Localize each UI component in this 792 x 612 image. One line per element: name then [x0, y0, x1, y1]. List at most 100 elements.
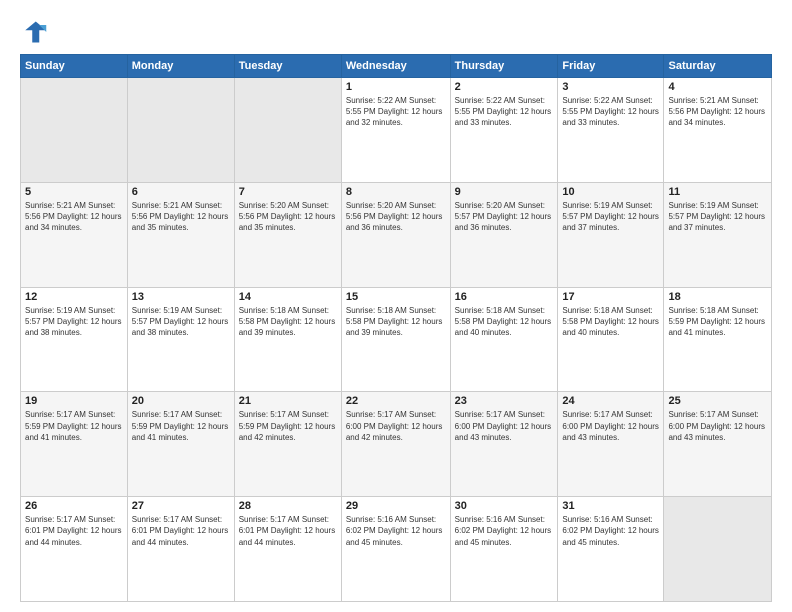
cell-info: Sunrise: 5:17 AM Sunset: 6:00 PM Dayligh… [455, 409, 554, 443]
day-number: 28 [239, 500, 337, 512]
calendar-cell: 27 Sunrise: 5:17 AM Sunset: 6:01 PM Dayli… [127, 497, 234, 602]
calendar-cell: 23 Sunrise: 5:17 AM Sunset: 6:00 PM Dayli… [450, 392, 558, 497]
weekday-header: Sunday [21, 55, 128, 78]
cell-info: Sunrise: 5:17 AM Sunset: 5:59 PM Dayligh… [132, 409, 230, 443]
cell-info: Sunrise: 5:19 AM Sunset: 5:57 PM Dayligh… [562, 200, 659, 234]
cell-info: Sunrise: 5:21 AM Sunset: 5:56 PM Dayligh… [132, 200, 230, 234]
cell-info: Sunrise: 5:17 AM Sunset: 6:01 PM Dayligh… [132, 514, 230, 548]
calendar-cell: 12 Sunrise: 5:19 AM Sunset: 5:57 PM Dayli… [21, 287, 128, 392]
calendar-cell: 13 Sunrise: 5:19 AM Sunset: 5:57 PM Dayli… [127, 287, 234, 392]
day-number: 10 [562, 186, 659, 198]
cell-info: Sunrise: 5:17 AM Sunset: 6:00 PM Dayligh… [562, 409, 659, 443]
calendar-cell [21, 78, 128, 183]
calendar-cell: 10 Sunrise: 5:19 AM Sunset: 5:57 PM Dayli… [558, 182, 664, 287]
cell-info: Sunrise: 5:17 AM Sunset: 5:59 PM Dayligh… [25, 409, 123, 443]
day-number: 21 [239, 395, 337, 407]
day-number: 13 [132, 291, 230, 303]
cell-info: Sunrise: 5:16 AM Sunset: 6:02 PM Dayligh… [562, 514, 659, 548]
cell-info: Sunrise: 5:22 AM Sunset: 5:55 PM Dayligh… [455, 95, 554, 129]
day-number: 24 [562, 395, 659, 407]
calendar-week-row: 12 Sunrise: 5:19 AM Sunset: 5:57 PM Dayli… [21, 287, 772, 392]
calendar-week-row: 5 Sunrise: 5:21 AM Sunset: 5:56 PM Daylig… [21, 182, 772, 287]
cell-info: Sunrise: 5:17 AM Sunset: 6:00 PM Dayligh… [668, 409, 767, 443]
day-number: 1 [346, 81, 446, 93]
day-number: 6 [132, 186, 230, 198]
day-number: 9 [455, 186, 554, 198]
cell-info: Sunrise: 5:21 AM Sunset: 5:56 PM Dayligh… [25, 200, 123, 234]
calendar-cell: 9 Sunrise: 5:20 AM Sunset: 5:57 PM Daylig… [450, 182, 558, 287]
calendar-cell: 2 Sunrise: 5:22 AM Sunset: 5:55 PM Daylig… [450, 78, 558, 183]
calendar-cell: 25 Sunrise: 5:17 AM Sunset: 6:00 PM Dayli… [664, 392, 772, 497]
calendar-body: 1 Sunrise: 5:22 AM Sunset: 5:55 PM Daylig… [21, 78, 772, 602]
calendar-cell: 8Sunrise: 5:20 AM Sunset: 5:56 PM Daylig… [341, 182, 450, 287]
cell-info: Sunrise: 5:18 AM Sunset: 5:58 PM Dayligh… [239, 305, 337, 339]
cell-info: Sunrise: 5:17 AM Sunset: 5:59 PM Dayligh… [239, 409, 337, 443]
day-number: 25 [668, 395, 767, 407]
cell-info: Sunrise: 5:19 AM Sunset: 5:57 PM Dayligh… [132, 305, 230, 339]
day-number: 3 [562, 81, 659, 93]
cell-info: Sunrise: 5:18 AM Sunset: 5:58 PM Dayligh… [562, 305, 659, 339]
day-number: 17 [562, 291, 659, 303]
weekday-header: Monday [127, 55, 234, 78]
cell-info: Sunrise: 5:19 AM Sunset: 5:57 PM Dayligh… [668, 200, 767, 234]
day-number: 30 [455, 500, 554, 512]
day-number: 29 [346, 500, 446, 512]
weekday-header: Thursday [450, 55, 558, 78]
calendar-cell: 11 Sunrise: 5:19 AM Sunset: 5:57 PM Dayli… [664, 182, 772, 287]
cell-info: Sunrise: 5:17 AM Sunset: 6:01 PM Dayligh… [25, 514, 123, 548]
weekday-header: Friday [558, 55, 664, 78]
cell-info: Sunrise: 5:17 AM Sunset: 6:00 PM Dayligh… [346, 409, 446, 443]
calendar-header-row: SundayMondayTuesdayWednesdayThursdayFrid… [21, 55, 772, 78]
calendar-cell: 4 Sunrise: 5:21 AM Sunset: 5:56 PM Daylig… [664, 78, 772, 183]
cell-info: Sunrise: 5:21 AM Sunset: 5:56 PM Dayligh… [668, 95, 767, 129]
cell-info: Sunrise: 5:20 AM Sunset: 5:56 PM Dayligh… [239, 200, 337, 234]
day-number: 12 [25, 291, 123, 303]
calendar-week-row: 1 Sunrise: 5:22 AM Sunset: 5:55 PM Daylig… [21, 78, 772, 183]
cell-info: Sunrise: 5:20 AM Sunset: 5:57 PM Dayligh… [455, 200, 554, 234]
cell-info: Sunrise: 5:16 AM Sunset: 6:02 PM Dayligh… [346, 514, 446, 548]
calendar-cell [127, 78, 234, 183]
calendar-cell: 3 Sunrise: 5:22 AM Sunset: 5:55 PM Daylig… [558, 78, 664, 183]
calendar-week-row: 26Sunrise: 5:17 AM Sunset: 6:01 PM Dayli… [21, 497, 772, 602]
cell-info: Sunrise: 5:16 AM Sunset: 6:02 PM Dayligh… [455, 514, 554, 548]
day-number: 11 [668, 186, 767, 198]
day-number: 19 [25, 395, 123, 407]
day-number: 14 [239, 291, 337, 303]
cell-info: Sunrise: 5:18 AM Sunset: 5:58 PM Dayligh… [455, 305, 554, 339]
day-number: 2 [455, 81, 554, 93]
calendar-cell: 7Sunrise: 5:20 AM Sunset: 5:56 PM Daylig… [234, 182, 341, 287]
weekday-header: Saturday [664, 55, 772, 78]
calendar-cell: 29 Sunrise: 5:16 AM Sunset: 6:02 PM Dayli… [341, 497, 450, 602]
calendar-cell: 6 Sunrise: 5:21 AM Sunset: 5:56 PM Daylig… [127, 182, 234, 287]
calendar-cell: 31Sunrise: 5:16 AM Sunset: 6:02 PM Dayli… [558, 497, 664, 602]
day-number: 15 [346, 291, 446, 303]
calendar-cell: 20 Sunrise: 5:17 AM Sunset: 5:59 PM Dayli… [127, 392, 234, 497]
calendar-cell: 16 Sunrise: 5:18 AM Sunset: 5:58 PM Dayli… [450, 287, 558, 392]
cell-info: Sunrise: 5:22 AM Sunset: 5:55 PM Dayligh… [562, 95, 659, 129]
calendar-cell: 21 Sunrise: 5:17 AM Sunset: 5:59 PM Dayli… [234, 392, 341, 497]
day-number: 4 [668, 81, 767, 93]
cell-info: Sunrise: 5:20 AM Sunset: 5:56 PM Dayligh… [346, 200, 446, 234]
day-number: 27 [132, 500, 230, 512]
weekday-header: Tuesday [234, 55, 341, 78]
calendar-cell: 1Sunrise: 5:22 AM Sunset: 5:55 PM Daylig… [341, 78, 450, 183]
header [20, 18, 772, 46]
day-number: 5 [25, 186, 123, 198]
calendar-cell: 30 Sunrise: 5:16 AM Sunset: 6:02 PM Dayli… [450, 497, 558, 602]
calendar-cell: 24 Sunrise: 5:17 AM Sunset: 6:00 PM Dayli… [558, 392, 664, 497]
day-number: 20 [132, 395, 230, 407]
calendar-cell: 22Sunrise: 5:17 AM Sunset: 6:00 PM Dayli… [341, 392, 450, 497]
calendar-cell: 14 Sunrise: 5:18 AM Sunset: 5:58 PM Dayli… [234, 287, 341, 392]
page: SundayMondayTuesdayWednesdayThursdayFrid… [0, 0, 792, 612]
calendar-cell: 19 Sunrise: 5:17 AM Sunset: 5:59 PM Dayli… [21, 392, 128, 497]
day-number: 23 [455, 395, 554, 407]
cell-info: Sunrise: 5:19 AM Sunset: 5:57 PM Dayligh… [25, 305, 123, 339]
cell-info: Sunrise: 5:18 AM Sunset: 5:59 PM Dayligh… [668, 305, 767, 339]
logo [20, 18, 52, 46]
calendar-cell: 28 Sunrise: 5:17 AM Sunset: 6:01 PM Dayli… [234, 497, 341, 602]
calendar-cell: 5 Sunrise: 5:21 AM Sunset: 5:56 PM Daylig… [21, 182, 128, 287]
calendar-table: SundayMondayTuesdayWednesdayThursdayFrid… [20, 54, 772, 602]
cell-info: Sunrise: 5:18 AM Sunset: 5:58 PM Dayligh… [346, 305, 446, 339]
day-number: 16 [455, 291, 554, 303]
cell-info: Sunrise: 5:17 AM Sunset: 6:01 PM Dayligh… [239, 514, 337, 548]
